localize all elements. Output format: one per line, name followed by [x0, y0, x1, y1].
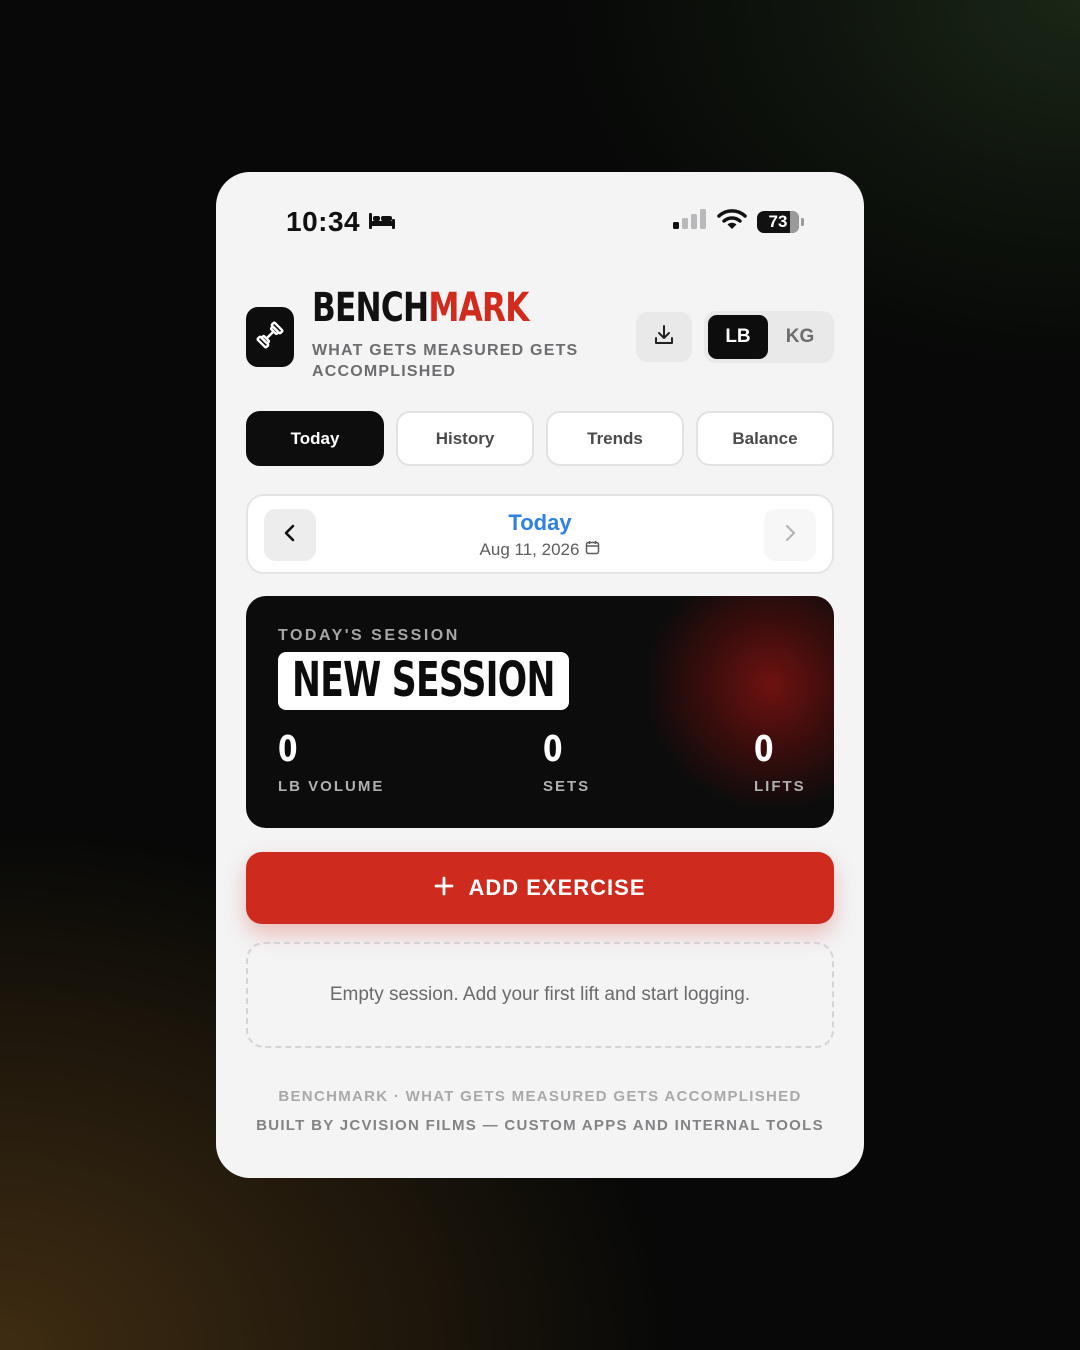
brand-wordmark-part2: MARK	[428, 285, 529, 331]
battery-level: 73	[768, 211, 788, 231]
app-logo	[246, 307, 294, 367]
stat-volume-label: LB VOLUME	[278, 778, 385, 795]
unit-option-kg[interactable]: KG	[770, 315, 830, 359]
cellular-signal-icon	[673, 209, 707, 234]
plus-icon	[434, 876, 454, 901]
stat-lifts: 0 LIFTS	[754, 729, 806, 796]
status-time-text: 10:34	[286, 206, 361, 237]
chevron-right-icon	[782, 523, 798, 548]
battery-indicator: 73	[757, 210, 799, 233]
session-label: TODAY'S SESSION	[278, 627, 460, 644]
date-picker[interactable]: Aug 11, 2026	[248, 540, 832, 560]
stat-volume: 0 LB VOLUME	[278, 729, 385, 796]
tab-trends[interactable]: Trends	[546, 411, 684, 466]
stat-sets-label: SETS	[543, 778, 591, 795]
stat-lifts-label: LIFTS	[754, 778, 806, 795]
battery-tip	[801, 217, 804, 226]
add-exercise-label: ADD EXERCISE	[468, 875, 646, 900]
session-name-box[interactable]: NEW SESSION	[278, 652, 569, 710]
session-name: NEW SESSION	[292, 652, 555, 708]
status-bar-time: 10:34	[286, 206, 396, 238]
calendar-icon	[585, 540, 600, 560]
add-exercise-button[interactable]: ADD EXERCISE	[246, 852, 834, 924]
download-button[interactable]	[636, 312, 692, 362]
footer-tagline: BENCHMARK · WHAT GETS MEASURED GETS ACCO…	[278, 1088, 802, 1105]
download-icon	[653, 324, 675, 351]
main-tabs: Today History Trends Balance	[246, 411, 834, 466]
empty-session-message: Empty session. Add your first lift and s…	[246, 942, 834, 1048]
dumbbell-icon	[255, 320, 285, 355]
tab-today[interactable]: Today	[246, 411, 384, 466]
brand-wordmark-part1: BENCH	[312, 285, 429, 331]
date-text: Aug 11, 2026	[479, 540, 580, 559]
stat-volume-value: 0	[278, 729, 298, 770]
stat-sets: 0 SETS	[543, 729, 591, 796]
footer-credit: BUILT BY JCVISION FILMS — CUSTOM APPS AN…	[256, 1117, 824, 1134]
stat-lifts-value: 0	[754, 729, 774, 770]
date-title[interactable]: Today	[248, 510, 832, 536]
next-day-button[interactable]	[764, 509, 816, 561]
app-screen: 10:34 73 BENCHMARK WHAT GETS MEASURED GE…	[216, 172, 864, 1178]
empty-session-text: Empty session. Add your first lift and s…	[329, 984, 751, 1005]
wifi-icon	[717, 208, 747, 235]
brand-tagline: WHAT GETS MEASURED GETS ACCOMPLISHED	[312, 342, 579, 380]
tab-history[interactable]: History	[396, 411, 534, 466]
stat-sets-value: 0	[543, 729, 563, 770]
date-navigator: Today Aug 11, 2026	[246, 494, 834, 574]
bed-icon	[368, 206, 396, 238]
brand-wordmark: BENCHMARK	[312, 288, 529, 328]
tab-balance[interactable]: Balance	[696, 411, 834, 466]
unit-option-lb[interactable]: LB	[708, 315, 768, 359]
unit-toggle: LB KG	[704, 311, 834, 363]
status-bar-indicators: 73	[673, 208, 804, 235]
session-summary-card: TODAY'S SESSION NEW SESSION 0 LB VOLUME …	[246, 596, 834, 828]
